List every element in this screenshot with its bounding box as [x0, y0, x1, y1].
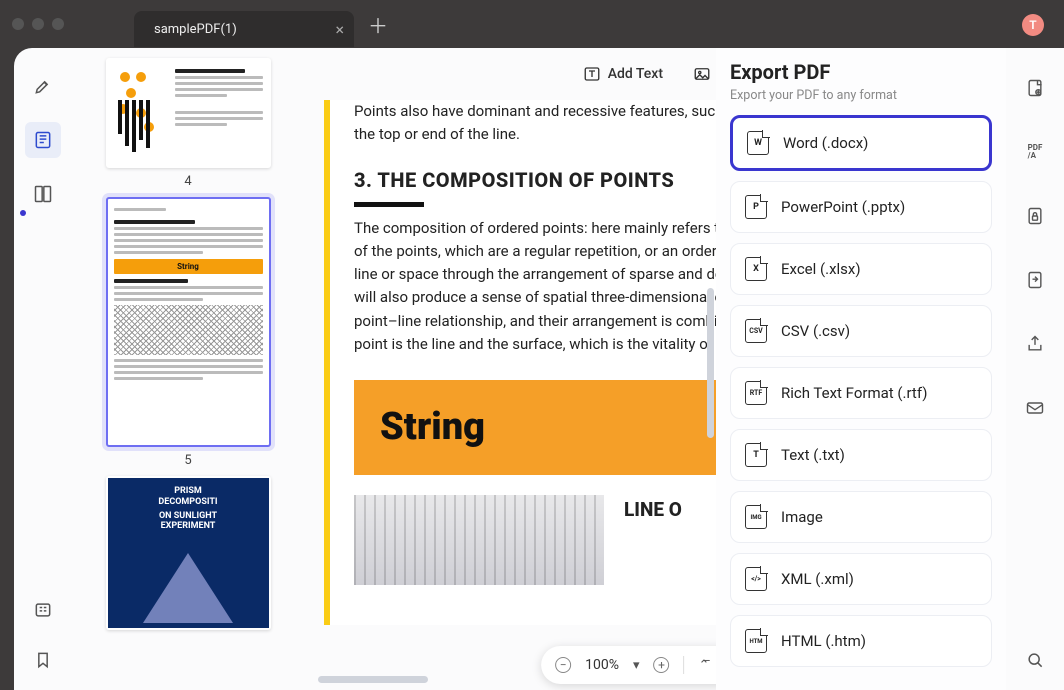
word-file-icon: W [747, 131, 769, 155]
export-option-label: XML (.xml) [781, 570, 854, 588]
txt-file-icon: T [745, 443, 767, 467]
thumbnails-panel-icon[interactable] [25, 122, 61, 158]
zoom-in-button[interactable]: + [654, 657, 670, 673]
tab-document[interactable]: samplePDF(1) × [134, 11, 354, 47]
thumbnail-5[interactable]: String 5 [84, 197, 292, 468]
mail-icon[interactable] [1017, 390, 1053, 426]
excel-file-icon: X [745, 257, 767, 281]
csv-file-icon: CSV [745, 319, 767, 343]
maximize-window-icon[interactable] [52, 18, 64, 30]
doc-lineof: LINE O [624, 495, 682, 524]
tab-title: samplePDF(1) [154, 22, 237, 37]
thumb-art [114, 66, 169, 156]
export-option-label: CSV (.csv) [781, 322, 850, 340]
thumb6-line1: PRISM [116, 486, 261, 497]
thumb-orange-label: String [114, 259, 263, 274]
thumb6-line2: DECOMPOSITI [116, 497, 261, 508]
bookmark-icon[interactable] [25, 642, 61, 678]
thumb-label: 4 [84, 174, 292, 189]
outline-panel-icon[interactable] [25, 176, 61, 212]
export-icon[interactable] [1017, 262, 1053, 298]
thumb-label: 5 [84, 453, 292, 468]
right-rail: PDF/A [1006, 48, 1064, 690]
new-tab-button[interactable]: ＋ [368, 10, 388, 39]
active-indicator-dot [20, 210, 26, 216]
doc-image-placeholder [354, 495, 604, 585]
reader-mode-icon[interactable] [25, 592, 61, 628]
rtf-file-icon: RTF [745, 381, 767, 405]
horizontal-scrollbar[interactable] [318, 676, 428, 683]
export-option-html[interactable]: HTM HTML (.htm) [730, 615, 992, 667]
xml-file-icon: </> [745, 567, 767, 591]
image-file-icon: IMG [745, 505, 767, 529]
search-icon[interactable] [1017, 642, 1053, 678]
pdfa-icon[interactable]: PDF/A [1017, 134, 1053, 170]
add-text-label: Add Text [608, 66, 663, 82]
export-option-word[interactable]: W Word (.docx) [730, 115, 992, 171]
right-rail-bottom [1006, 642, 1064, 678]
thumbnail-6[interactable]: PRISM DECOMPOSITI ON SUNLIGHT EXPERIMENT [84, 476, 292, 630]
export-title: Export PDF [730, 60, 992, 84]
zoom-out-button[interactable]: − [555, 657, 571, 673]
close-window-icon[interactable] [12, 18, 24, 30]
tab-close-icon[interactable]: × [335, 20, 344, 39]
export-option-label: HTML (.htm) [781, 632, 866, 650]
export-option-rtf[interactable]: RTF Rich Text Format (.rtf) [730, 367, 992, 419]
thumb6-line3: ON SUNLIGHT [116, 511, 261, 522]
add-text-button[interactable]: Add Text [583, 65, 663, 83]
thumb6-line4: EXPERIMENT [116, 521, 261, 532]
thumbnails-panel: 4 String 5 PRISM [72, 48, 304, 690]
thumbnail-4[interactable]: 4 [84, 58, 292, 189]
export-option-label: Text (.txt) [781, 446, 845, 464]
export-subtitle: Export your PDF to any format [730, 88, 992, 103]
avatar[interactable]: T [1022, 14, 1044, 36]
export-option-csv[interactable]: CSV CSV (.csv) [730, 305, 992, 357]
export-option-label: Rich Text Format (.rtf) [781, 384, 927, 402]
heading-rule [354, 202, 424, 207]
vertical-scrollbar[interactable] [707, 288, 714, 438]
export-option-image[interactable]: IMG Image [730, 491, 992, 543]
export-option-xml[interactable]: </> XML (.xml) [730, 553, 992, 605]
left-rail-bottom [14, 592, 72, 678]
share-icon[interactable] [1017, 326, 1053, 362]
minimize-window-icon[interactable] [32, 18, 44, 30]
zoom-dropdown-icon[interactable]: ▾ [633, 658, 640, 673]
export-option-label: Word (.docx) [783, 134, 868, 152]
highlight-tool-icon[interactable] [25, 68, 61, 104]
edit-pdf-icon[interactable] [1017, 70, 1053, 106]
protect-icon[interactable] [1017, 198, 1053, 234]
zoom-level: 100% [585, 657, 619, 673]
window-controls [12, 18, 64, 30]
export-option-excel[interactable]: X Excel (.xlsx) [730, 243, 992, 295]
export-option-powerpoint[interactable]: P PowerPoint (.pptx) [730, 181, 992, 233]
export-option-label: PowerPoint (.pptx) [781, 198, 905, 216]
titlebar: samplePDF(1) × ＋ T [0, 0, 1064, 48]
export-option-label: Excel (.xlsx) [781, 260, 861, 278]
prism-icon [143, 553, 233, 623]
export-option-txt[interactable]: T Text (.txt) [730, 429, 992, 481]
html-file-icon: HTM [745, 629, 767, 653]
export-panel: Export PDF Export your PDF to any format… [716, 48, 1006, 690]
first-page-button[interactable]: ⌃− [699, 658, 705, 673]
ppt-file-icon: P [745, 195, 767, 219]
export-option-label: Image [781, 508, 823, 526]
